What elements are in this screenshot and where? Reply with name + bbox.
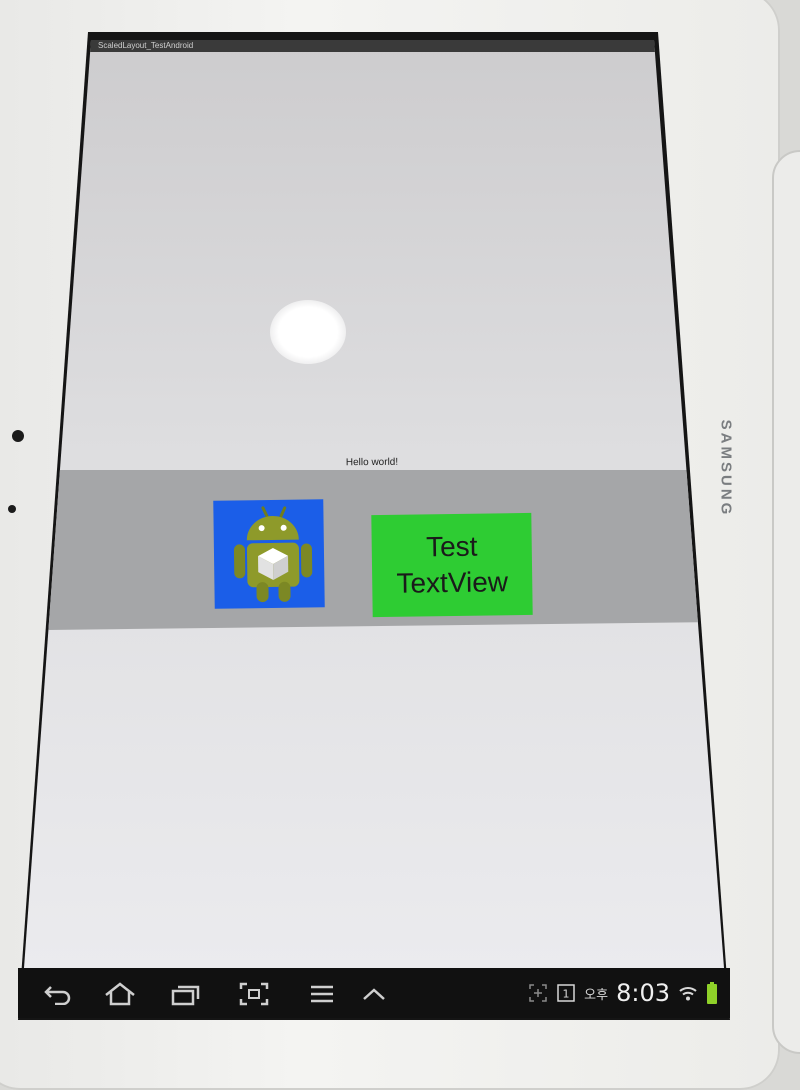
recent-apps-icon <box>171 985 200 1006</box>
back-button[interactable] <box>38 978 78 1010</box>
light-sensor <box>8 505 16 513</box>
home-icon <box>105 982 135 1006</box>
adjacent-device <box>772 150 800 1054</box>
home-button[interactable] <box>100 978 140 1010</box>
android-robot-icon <box>233 506 313 603</box>
menu-button[interactable] <box>302 978 342 1010</box>
app-screen: ScaledLayout_TestAndroid Hello world! Te… <box>24 40 724 968</box>
screen-capture-icon <box>529 984 547 1002</box>
hello-text: Hello world! <box>345 456 399 469</box>
text-view-line-2: TextView <box>396 566 509 599</box>
android-image-view[interactable] <box>213 499 325 609</box>
system-navigation-bar: 1 오후 8:03 <box>18 968 730 1018</box>
app-title: ScaledLayout_TestAndroid <box>98 41 194 50</box>
test-text-view[interactable]: Test TextView <box>371 512 533 618</box>
battery-icon <box>707 982 717 1004</box>
hide-keyboard-button[interactable] <box>354 978 394 1010</box>
notification-count: 1 <box>563 988 570 1001</box>
light-glare <box>270 300 346 364</box>
recent-apps-button[interactable] <box>166 978 206 1010</box>
status-area[interactable]: 1 오후 8:03 <box>528 974 718 1012</box>
screenshot-icon <box>239 982 269 1006</box>
ampm-label: 오후 <box>584 986 609 1002</box>
app-title-bar: ScaledLayout_TestAndroid <box>24 40 724 52</box>
text-view-line-1: Test <box>425 530 478 563</box>
screenshot-button[interactable] <box>234 978 274 1010</box>
front-camera <box>12 430 24 442</box>
back-icon <box>44 986 71 1005</box>
clock-time: 8:03 <box>616 979 670 1007</box>
notification-badge-icon: 1 <box>557 984 575 1002</box>
hide-keyboard-icon <box>363 988 385 1000</box>
menu-icon <box>311 985 333 1003</box>
wifi-icon <box>679 987 697 1001</box>
brand-logo: SAMSUNG <box>717 419 735 517</box>
